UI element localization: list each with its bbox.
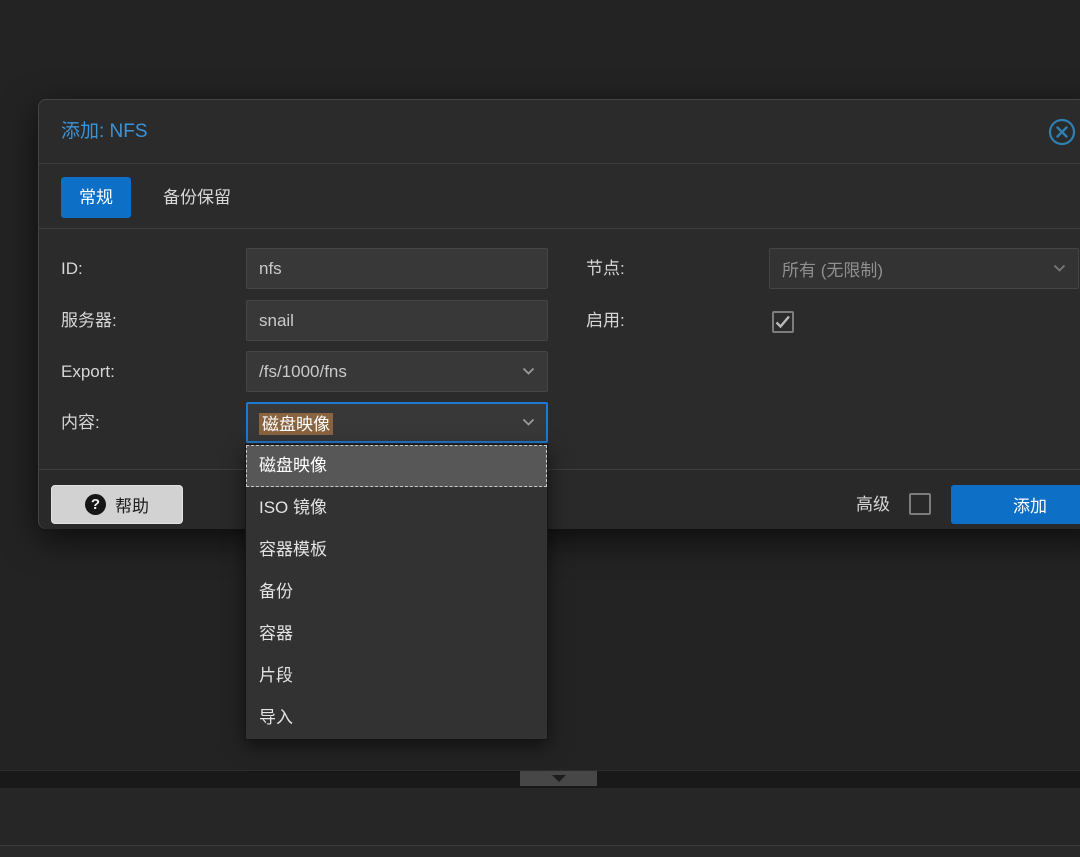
nodes-select[interactable]: 所有 (无限制) — [769, 248, 1079, 289]
dropdown-item-snippets[interactable]: 片段 — [246, 655, 547, 697]
help-icon: ? — [85, 494, 106, 515]
help-button-label: 帮助 — [115, 492, 149, 517]
tab-general[interactable]: 常规 — [61, 177, 131, 218]
proxmox-app-background: 添加: NFS 常规 备份保留 ID: 服务器: Export: 内容: /fs… — [0, 0, 1080, 857]
content-value-selected: 磁盘映像 — [259, 413, 333, 435]
chevron-down-icon — [552, 775, 566, 782]
enable-label: 启用: — [586, 300, 625, 341]
export-label: Export: — [61, 351, 115, 392]
dropdown-item-import[interactable]: 导入 — [246, 697, 547, 739]
id-input[interactable] — [246, 248, 548, 289]
close-button[interactable] — [1047, 117, 1077, 147]
content-dropdown-list: 磁盘映像 ISO 镜像 容器模板 备份 容器 片段 导入 — [245, 444, 548, 740]
close-icon — [1047, 117, 1077, 147]
advanced-label: 高级 — [856, 485, 890, 524]
advanced-checkbox[interactable] — [909, 493, 931, 515]
server-label: 服务器: — [61, 300, 117, 341]
tab-backup-retention[interactable]: 备份保留 — [151, 177, 243, 218]
status-bar — [0, 845, 1080, 857]
splitter-collapse-handle[interactable] — [520, 771, 597, 786]
add-nfs-dialog: 添加: NFS 常规 备份保留 ID: 服务器: Export: 内容: /fs… — [38, 99, 1080, 529]
content-label: 内容: — [61, 402, 100, 443]
dropdown-item-iso[interactable]: ISO 镜像 — [246, 487, 547, 529]
export-value: /fs/1000/fns — [259, 362, 516, 382]
chevron-down-icon — [522, 367, 535, 376]
enable-checkbox[interactable] — [772, 311, 794, 333]
server-input[interactable] — [246, 300, 548, 341]
chevron-down-icon — [1053, 264, 1066, 273]
dialog-header: 添加: NFS — [39, 100, 1080, 164]
help-button[interactable]: ? 帮助 — [51, 485, 183, 524]
add-button[interactable]: 添加 — [951, 485, 1080, 524]
chevron-down-icon — [522, 418, 535, 427]
log-panel — [0, 788, 1080, 845]
dropdown-item-container[interactable]: 容器 — [246, 613, 547, 655]
dropdown-item-container-template[interactable]: 容器模板 — [246, 529, 547, 571]
export-select[interactable]: /fs/1000/fns — [246, 351, 548, 392]
nodes-value: 所有 (无限制) — [782, 256, 1047, 281]
checkmark-icon — [775, 315, 791, 329]
dialog-footer: ? 帮助 高级 添加 — [39, 469, 1080, 529]
dropdown-item-backup[interactable]: 备份 — [246, 571, 547, 613]
content-select[interactable]: 磁盘映像 — [246, 402, 548, 443]
dialog-tab-bar: 常规 备份保留 — [39, 164, 1080, 229]
nodes-label: 节点: — [586, 248, 625, 289]
dialog-title: 添加: NFS — [61, 100, 148, 163]
id-label: ID: — [61, 248, 83, 289]
dropdown-item-disk-image[interactable]: 磁盘映像 — [246, 445, 547, 487]
